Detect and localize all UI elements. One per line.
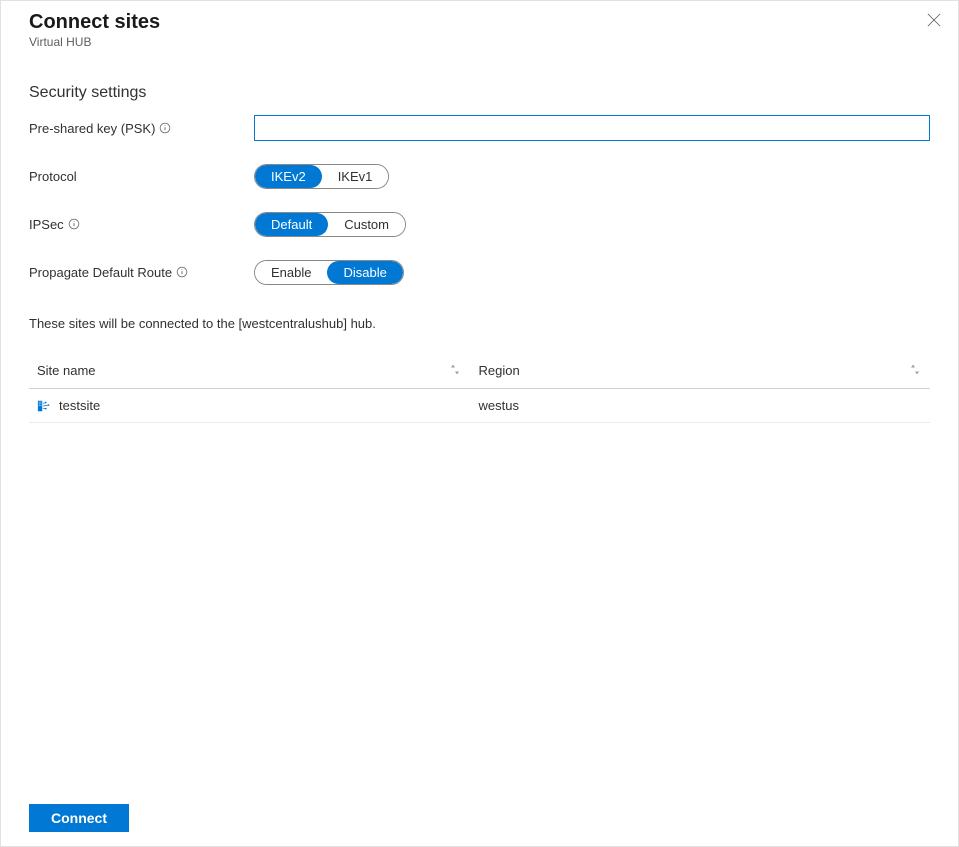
psk-control <box>254 115 930 141</box>
panel-title: Connect sites <box>29 9 930 35</box>
connect-sites-panel: Connect sites Virtual HUB Security setti… <box>1 1 958 846</box>
protocol-row: Protocol IKEv2 IKEv1 <box>29 162 930 190</box>
ipsec-control: Default Custom <box>254 212 930 237</box>
panel-content: Security settings Pre-shared key (PSK) P… <box>1 54 958 790</box>
propagate-label-text: Propagate Default Route <box>29 265 172 280</box>
table-row[interactable]: testsite westus <box>29 389 930 423</box>
propagate-control: Enable Disable <box>254 260 930 285</box>
sort-icon <box>450 363 460 378</box>
close-button[interactable] <box>924 11 944 31</box>
propagate-row: Propagate Default Route Enable Disable <box>29 258 930 286</box>
security-settings-heading: Security settings <box>29 84 930 102</box>
ipsec-toggle: Default Custom <box>254 212 406 237</box>
ipsec-row: IPSec Default Custom <box>29 210 930 238</box>
ipsec-default-button[interactable]: Default <box>255 213 328 236</box>
psk-label-text: Pre-shared key (PSK) <box>29 121 155 136</box>
sort-icon <box>910 363 920 378</box>
column-region-label: Region <box>478 363 519 378</box>
info-icon[interactable] <box>159 122 171 134</box>
column-site-name-label: Site name <box>37 363 96 378</box>
protocol-ikev1-button[interactable]: IKEv1 <box>322 165 389 188</box>
propagate-label: Propagate Default Route <box>29 265 254 280</box>
psk-input[interactable] <box>254 115 930 141</box>
sites-table: Site name Region <box>29 353 930 423</box>
info-icon[interactable] <box>68 218 80 230</box>
close-icon <box>927 13 941 30</box>
ipsec-label-text: IPSec <box>29 217 64 232</box>
site-icon <box>37 399 51 413</box>
ipsec-label: IPSec <box>29 217 254 232</box>
ipsec-custom-button[interactable]: Custom <box>328 213 405 236</box>
site-region-cell: westus <box>470 389 930 423</box>
sites-info-text: These sites will be connected to the [we… <box>29 316 930 331</box>
propagate-toggle: Enable Disable <box>254 260 404 285</box>
psk-label: Pre-shared key (PSK) <box>29 121 254 136</box>
protocol-label: Protocol <box>29 169 254 184</box>
info-icon[interactable] <box>176 266 188 278</box>
site-name-cell: testsite <box>59 398 100 413</box>
protocol-label-text: Protocol <box>29 169 77 184</box>
propagate-enable-button[interactable]: Enable <box>255 261 327 284</box>
psk-row: Pre-shared key (PSK) <box>29 114 930 142</box>
panel-header: Connect sites Virtual HUB <box>1 1 958 54</box>
protocol-control: IKEv2 IKEv1 <box>254 164 930 189</box>
column-region[interactable]: Region <box>470 353 930 389</box>
panel-footer: Connect <box>1 790 958 846</box>
panel-subtitle: Virtual HUB <box>29 35 930 49</box>
protocol-toggle: IKEv2 IKEv1 <box>254 164 389 189</box>
propagate-disable-button[interactable]: Disable <box>327 261 402 284</box>
column-site-name[interactable]: Site name <box>29 353 470 389</box>
protocol-ikev2-button[interactable]: IKEv2 <box>255 165 322 188</box>
connect-button[interactable]: Connect <box>29 804 129 832</box>
